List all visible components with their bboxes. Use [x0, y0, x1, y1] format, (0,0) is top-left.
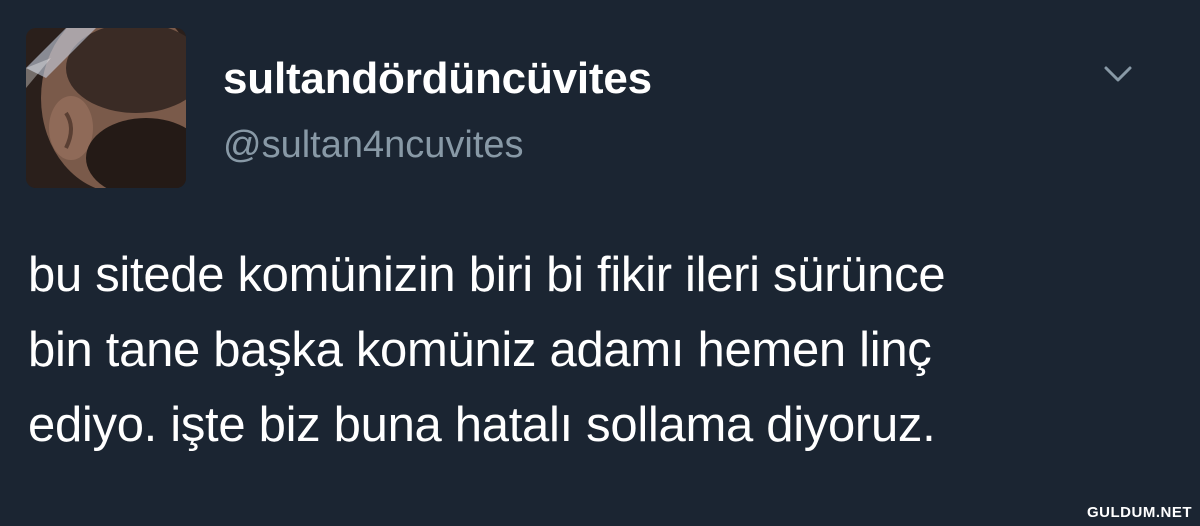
display-name[interactable]: sultandördüncüvites [223, 54, 652, 104]
tweet-card: sultandördüncüvites @sultan4ncuvites bu … [0, 0, 1200, 526]
user-handle[interactable]: @sultan4ncuvites [223, 124, 524, 167]
watermark: GULDUM.NET [1087, 504, 1192, 521]
chevron-down-icon[interactable] [1098, 56, 1138, 92]
avatar-image [26, 28, 186, 188]
tweet-text: bu sitede komünizin biri bi fikir ileri … [28, 248, 946, 452]
avatar[interactable] [26, 28, 186, 188]
